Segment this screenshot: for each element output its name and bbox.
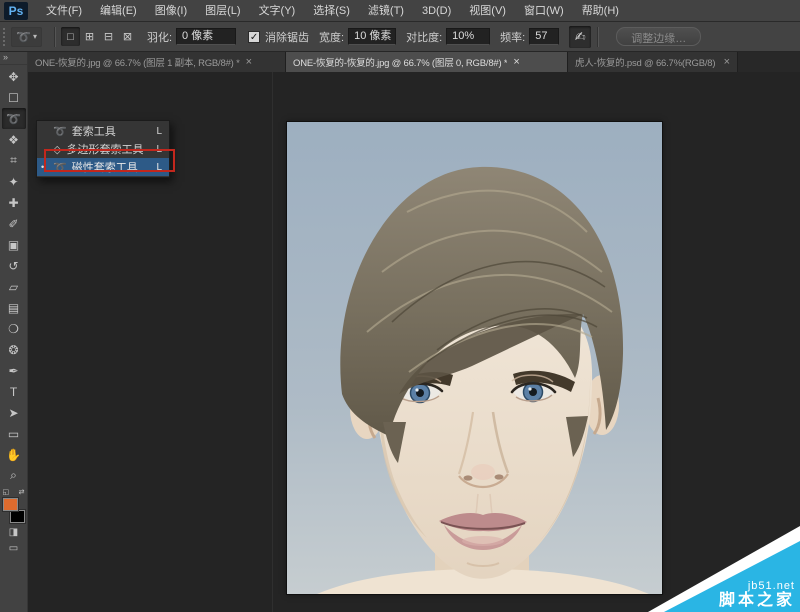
- menu-3d[interactable]: 3D(D): [413, 0, 460, 22]
- menu-help[interactable]: 帮助(H): [573, 0, 628, 22]
- contrast-input[interactable]: 10%: [446, 28, 490, 45]
- default-colors-icon[interactable]: ◱: [3, 488, 10, 496]
- close-icon[interactable]: ×: [724, 57, 730, 68]
- frequency-label: 频率:: [500, 29, 525, 45]
- options-grip[interactable]: [3, 28, 6, 46]
- quick-mask-button[interactable]: ◨: [2, 524, 26, 540]
- flyout-item-polygonal-lasso[interactable]: ◇ 多边形套索工具 L: [37, 140, 169, 158]
- watermark: jb51.net 脚本之家: [719, 580, 795, 610]
- foreground-color-swatch[interactable]: [3, 498, 18, 511]
- tools-panel: » ✥ ☐ ➰ ❖ ⌗ ✦ ✚ ✐ ▣ ↺ ▱ ▤ ❍ ❂ ✒ T ➤ ▭ ✋ …: [0, 52, 28, 612]
- color-swatches: [2, 497, 26, 524]
- crop-tool[interactable]: ⌗: [2, 150, 26, 171]
- lasso-icon: ➰: [53, 125, 67, 138]
- intersect-selection-button[interactable]: ⊠: [118, 27, 137, 46]
- menu-type[interactable]: 文字(Y): [250, 0, 305, 22]
- document-tab-1[interactable]: ONE-恢复的.jpg @ 66.7% (图层 1 副本, RGB/8#) * …: [28, 52, 286, 72]
- separator: [597, 27, 598, 47]
- pen-pressure-toggle[interactable]: ✍: [569, 26, 591, 48]
- width-input[interactable]: 10 像素: [348, 28, 396, 45]
- flyout-item-lasso[interactable]: ➰ 套索工具 L: [37, 122, 169, 140]
- blur-tool[interactable]: ❍: [2, 318, 26, 339]
- screen-mode-button[interactable]: ▭: [2, 540, 26, 556]
- watermark-site-name: 脚本之家: [719, 592, 795, 610]
- refine-edge-button[interactable]: 调整边缘…: [616, 27, 701, 46]
- eyedropper-tool[interactable]: ✦: [2, 171, 26, 192]
- menu-window[interactable]: 窗口(W): [515, 0, 573, 22]
- antialias-label: 消除锯齿: [265, 29, 309, 45]
- hand-tool[interactable]: ✋: [2, 444, 26, 465]
- clone-stamp-tool[interactable]: ▣: [2, 234, 26, 255]
- move-tool[interactable]: ✥: [2, 66, 26, 87]
- feather-input[interactable]: 0 像素: [176, 28, 236, 45]
- width-label: 宽度:: [319, 29, 344, 45]
- tool-preset-picker[interactable]: ➰ ▾: [11, 27, 42, 47]
- watermark-site-url: jb51.net: [719, 580, 795, 592]
- pen-tool[interactable]: ✒: [2, 360, 26, 381]
- magnetic-lasso-icon: ➰: [53, 161, 67, 174]
- menu-select[interactable]: 选择(S): [304, 0, 359, 22]
- current-tool-bullet: •: [41, 162, 44, 172]
- new-selection-button[interactable]: □: [61, 27, 80, 46]
- dodge-tool[interactable]: ❂: [2, 339, 26, 360]
- frequency-input[interactable]: 57: [529, 28, 559, 45]
- healing-brush-tool[interactable]: ✚: [2, 192, 26, 213]
- panel-edge-divider: [272, 72, 273, 612]
- contrast-label: 对比度:: [406, 29, 442, 45]
- lasso-tool[interactable]: ➰: [2, 108, 26, 129]
- menu-image[interactable]: 图像(I): [146, 0, 196, 22]
- quick-selection-tool[interactable]: ❖: [2, 129, 26, 150]
- chevron-down-icon: ▾: [33, 32, 37, 41]
- menu-edit[interactable]: 编辑(E): [91, 0, 146, 22]
- flyout-item-magnetic-lasso[interactable]: • ➰ 磁性套索工具 L: [37, 158, 169, 176]
- close-icon[interactable]: ×: [246, 57, 252, 68]
- menu-layer[interactable]: 图层(L): [196, 0, 249, 22]
- path-selection-tool[interactable]: ➤: [2, 402, 26, 423]
- menu-view[interactable]: 视图(V): [460, 0, 515, 22]
- eraser-tool[interactable]: ▱: [2, 276, 26, 297]
- close-icon[interactable]: ×: [513, 57, 519, 68]
- subtract-selection-button[interactable]: ⊟: [99, 27, 118, 46]
- type-tool[interactable]: T: [2, 381, 26, 402]
- shortcut-label: L: [156, 144, 162, 155]
- gradient-tool[interactable]: ▤: [2, 297, 26, 318]
- background-color-swatch[interactable]: [10, 510, 25, 523]
- polygonal-lasso-icon: ◇: [53, 143, 61, 156]
- photoshop-logo: Ps: [4, 2, 28, 20]
- antialias-checkbox-group[interactable]: ✓ 消除锯齿: [248, 29, 309, 45]
- zoom-tool[interactable]: ⌕: [2, 465, 26, 486]
- history-brush-tool[interactable]: ↺: [2, 255, 26, 276]
- lasso-tool-flyout-menu: ➰ 套索工具 L ◇ 多边形套索工具 L • ➰ 磁性套索工具 L: [36, 120, 170, 178]
- menu-file[interactable]: 文件(F): [37, 0, 91, 22]
- swap-colors-icon[interactable]: ⇄: [19, 488, 25, 496]
- portrait-photo-canvas[interactable]: [287, 122, 662, 594]
- shortcut-label: L: [156, 162, 162, 173]
- shape-tool[interactable]: ▭: [2, 423, 26, 444]
- menu-filter[interactable]: 滤镜(T): [359, 0, 413, 22]
- feather-label: 羽化:: [147, 29, 172, 45]
- document-tab-3[interactable]: 虎人-恢复的.psd @ 66.7%(RGB/8) * ×: [568, 52, 738, 72]
- document-tab-2-active[interactable]: ONE-恢复的-恢复的.jpg @ 66.7% (图层 0, RGB/8#) *…: [286, 52, 568, 72]
- options-bar: ➰ ▾ □ ⊞ ⊟ ⊠ 羽化: 0 像素 ✓ 消除锯齿 宽度: 10 像素 对比…: [0, 22, 800, 52]
- brush-tool[interactable]: ✐: [2, 213, 26, 234]
- add-selection-button[interactable]: ⊞: [80, 27, 99, 46]
- collapse-panel-button[interactable]: »: [0, 52, 27, 65]
- separator: [54, 27, 55, 47]
- checkbox-checked-icon[interactable]: ✓: [248, 31, 260, 43]
- rectangular-marquee-tool[interactable]: ☐: [2, 87, 26, 108]
- lasso-icon: ➰: [16, 30, 31, 44]
- shortcut-label: L: [156, 126, 162, 137]
- portrait-illustration: [287, 122, 662, 594]
- document-tab-bar: ONE-恢复的.jpg @ 66.7% (图层 1 副本, RGB/8#) * …: [28, 52, 800, 72]
- menu-bar: Ps 文件(F) 编辑(E) 图像(I) 图层(L) 文字(Y) 选择(S) 滤…: [0, 0, 800, 22]
